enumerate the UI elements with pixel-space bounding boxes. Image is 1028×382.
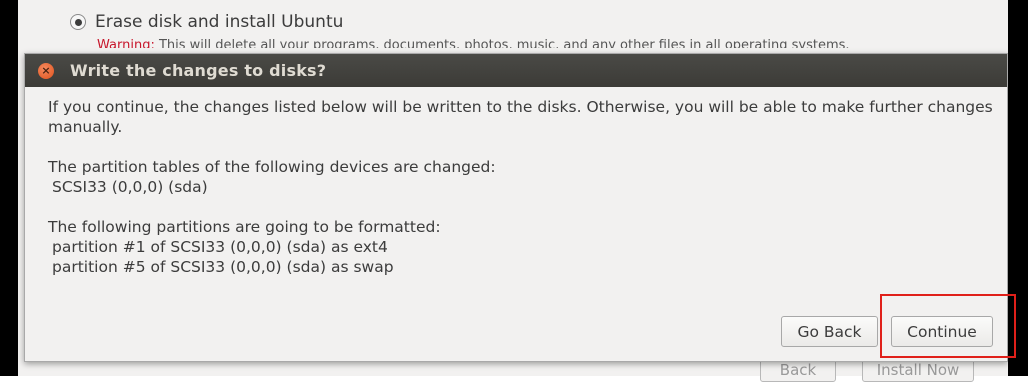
intro-text: If you continue, the changes listed belo… (48, 98, 993, 136)
formatted-item: partition #5 of SCSI33 (0,0,0) (sda) as … (52, 258, 394, 276)
write-changes-dialog: × Write the changes to disks? If you con… (24, 53, 1008, 362)
dialog-titlebar: × Write the changes to disks? (25, 54, 1007, 87)
partition-table-item: SCSI33 (0,0,0) (sda) (52, 178, 208, 196)
erase-disk-option: Erase disk and install Ubuntu (70, 12, 343, 32)
warning-prefix: Warning: (97, 38, 155, 48)
formatted-item: partition #1 of SCSI33 (0,0,0) (sda) as … (52, 238, 388, 256)
erase-disk-label: Erase disk and install Ubuntu (95, 12, 344, 32)
go-back-button[interactable]: Go Back (781, 316, 878, 347)
dialog-body: If you continue, the changes listed belo… (48, 97, 998, 277)
radio-button (70, 14, 86, 30)
partition-tables-heading: The partition tables of the following de… (48, 158, 496, 176)
left-border (0, 0, 18, 376)
warning-text: This will delete all your programs, docu… (154, 38, 850, 48)
dialog-title: Write the changes to disks? (70, 61, 327, 80)
formatted-heading: The following partitions are going to be… (48, 218, 441, 236)
continue-highlight-box (880, 294, 1016, 358)
erase-warning: Warning: This will delete all your progr… (97, 38, 877, 48)
close-icon[interactable]: × (38, 62, 54, 79)
